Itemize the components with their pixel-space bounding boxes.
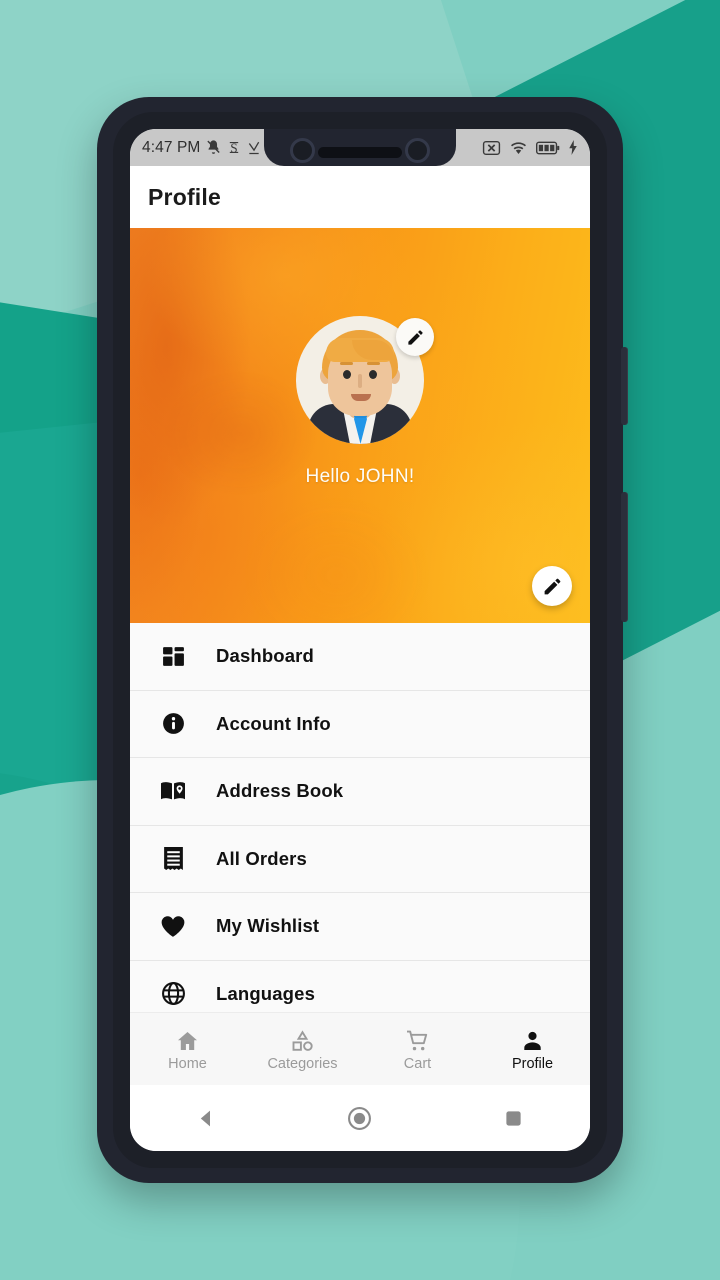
phone-bezel: 4:47 PM S Profile Hello JOHN! Dashboard … (113, 112, 607, 1168)
power-button[interactable] (621, 492, 628, 622)
nav-tab-label: Home (168, 1055, 207, 1072)
profile-menu-list: Dashboard Account Info Address Book All … (130, 623, 590, 1052)
avatar-nose (358, 374, 362, 388)
avatar-eye-left (343, 370, 351, 379)
profile-hero-banner: Hello JOHN! (130, 228, 590, 623)
menu-item-label: Address Book (216, 780, 344, 802)
avatar-eye-right (369, 370, 377, 379)
info-circle-icon (130, 711, 216, 736)
wifi-icon (509, 140, 528, 156)
page-title: Profile (148, 183, 221, 210)
no-sim-icon (482, 140, 501, 156)
categories-icon (290, 1027, 315, 1053)
pencil-icon (407, 329, 423, 345)
menu-item-label: Languages (216, 982, 316, 1004)
address-book-icon (130, 779, 216, 803)
person-icon (520, 1027, 545, 1053)
android-navigation-bar (130, 1085, 590, 1151)
menu-item-all-orders[interactable]: All Orders (130, 825, 590, 893)
menu-item-address-book[interactable]: Address Book (130, 758, 590, 826)
avatar[interactable] (296, 316, 434, 444)
recents-button[interactable] (483, 1098, 543, 1138)
nav-tab-categories[interactable]: Categories (245, 1027, 360, 1072)
nav-tab-label: Cart (403, 1055, 432, 1072)
app-bar: Profile (130, 166, 590, 228)
charging-bolt-icon (568, 140, 578, 155)
menu-item-dashboard[interactable]: Dashboard (130, 623, 590, 691)
receipt-orders-icon (130, 846, 216, 871)
menu-item-my-wishlist[interactable]: My Wishlist (130, 893, 590, 961)
home-button[interactable] (330, 1098, 390, 1138)
nav-tab-label: Categories (267, 1055, 338, 1072)
mute-bell-icon (205, 139, 222, 156)
status-bar-right (482, 140, 578, 156)
bottom-navigation-bar: Home Categories Cart Profile (130, 1012, 590, 1085)
volume-button[interactable] (621, 347, 628, 425)
menu-item-label: Dashboard (216, 645, 314, 667)
battery-icon (536, 141, 560, 155)
download-complete-icon (246, 139, 262, 156)
vpn-key-icon: S (227, 139, 241, 156)
display-notch (264, 129, 456, 166)
earpiece-speaker (318, 147, 402, 158)
heart-icon (130, 914, 216, 938)
edit-profile-fab[interactable] (532, 566, 572, 606)
nav-tab-label: Profile (511, 1055, 554, 1072)
menu-item-label: My Wishlist (216, 915, 320, 937)
greeting-text: Hello JOHN! (305, 466, 415, 487)
menu-item-label: Account Info (216, 712, 331, 734)
dashboard-grid-icon (130, 644, 216, 669)
avatar-eyebrow-left (340, 362, 353, 365)
cart-icon (405, 1027, 430, 1053)
phone-screen: 4:47 PM S Profile Hello JOHN! Dashboard … (130, 129, 590, 1151)
front-camera-icon (290, 138, 315, 163)
avatar-eyebrow-right (367, 362, 380, 365)
status-bar-clock: 4:47 PM (142, 138, 201, 156)
home-icon (175, 1027, 200, 1053)
menu-item-label: All Orders (216, 847, 307, 869)
phone-frame: 4:47 PM S Profile Hello JOHN! Dashboard … (97, 97, 628, 1183)
nav-tab-home[interactable]: Home (130, 1027, 245, 1072)
status-bar-left: 4:47 PM S (142, 139, 262, 157)
edit-avatar-button[interactable] (396, 318, 434, 356)
nav-tab-profile[interactable]: Profile (475, 1027, 590, 1072)
secondary-camera-icon (405, 138, 430, 163)
globe-icon (130, 981, 216, 1006)
pencil-icon (544, 578, 560, 594)
nav-tab-cart[interactable]: Cart (360, 1027, 475, 1072)
back-button[interactable] (177, 1098, 237, 1138)
menu-item-account-info[interactable]: Account Info (130, 690, 590, 758)
